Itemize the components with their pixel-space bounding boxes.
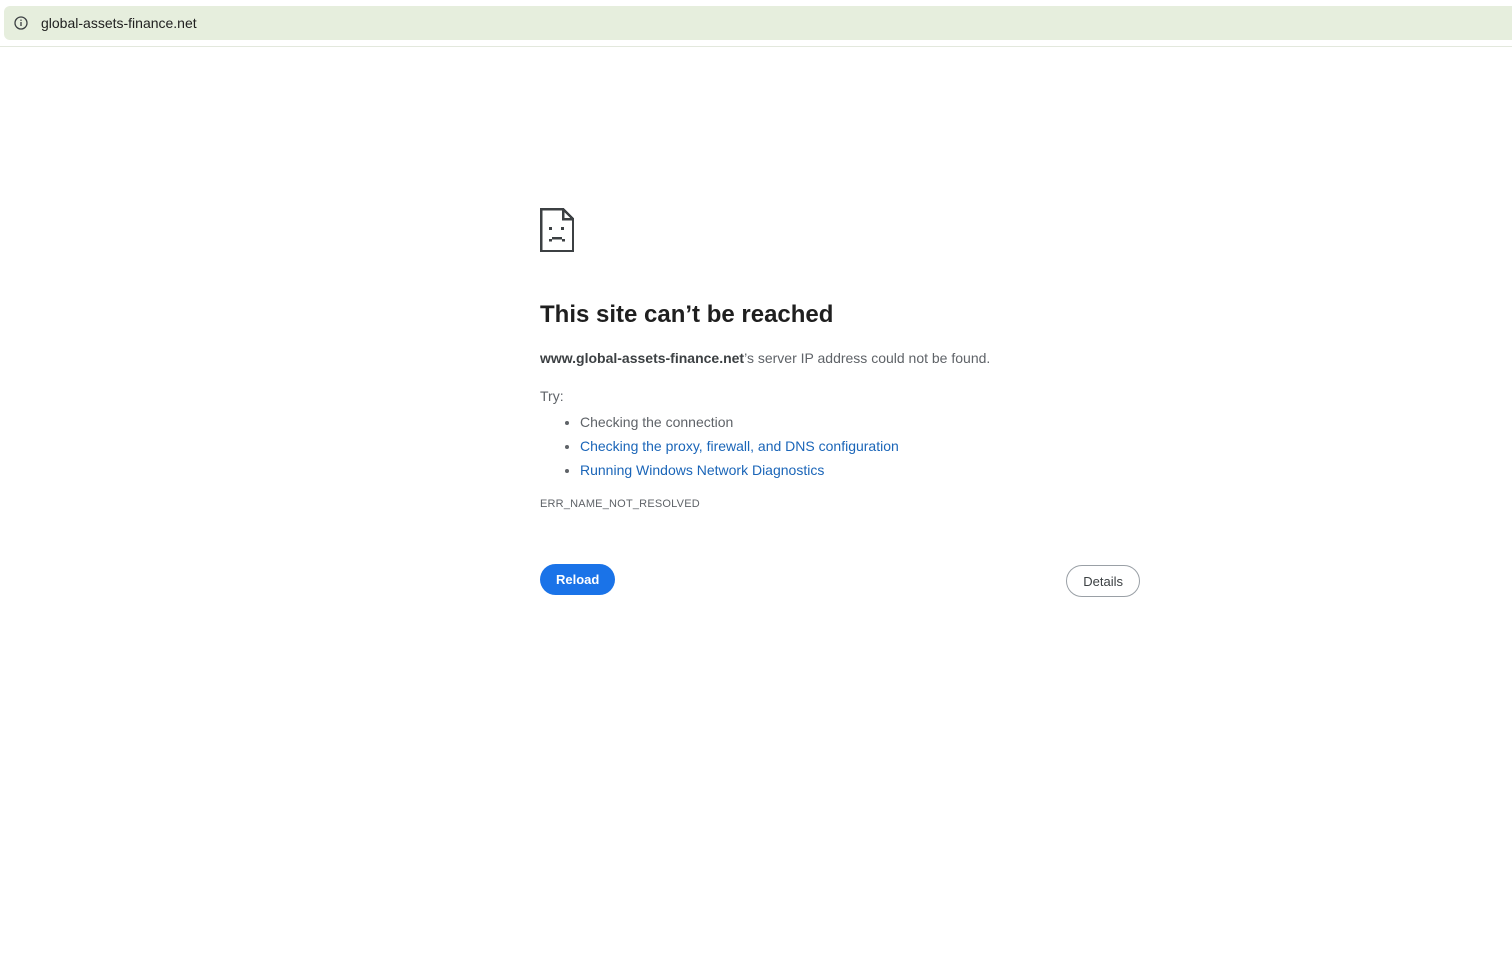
- suggestion-diagnostics-link[interactable]: Running Windows Network Diagnostics: [580, 462, 824, 478]
- suggestion-check-connection: Checking the connection: [580, 414, 734, 430]
- url-text[interactable]: global-assets-finance.net: [41, 15, 197, 31]
- address-bar[interactable]: global-assets-finance.net: [4, 6, 1512, 40]
- button-row: Reload Details: [540, 564, 1140, 598]
- error-code: ERR_NAME_NOT_RESOLVED: [540, 498, 700, 510]
- browser-toolbar: global-assets-finance.net: [0, 0, 1512, 47]
- error-message: ’s server IP address could not be found.: [744, 350, 991, 366]
- reload-button[interactable]: Reload: [540, 564, 616, 595]
- suggestion-item: Checking the connection: [580, 410, 1140, 434]
- suggestion-item: Running Windows Network Diagnostics: [580, 458, 1140, 482]
- info-circle-icon[interactable]: [13, 15, 29, 31]
- suggestions-list: Checking the connection Checking the pro…: [540, 410, 1140, 482]
- error-title: This site can’t be reached: [540, 301, 834, 328]
- sad-page-icon: [540, 208, 1140, 252]
- suggestion-item: Checking the proxy, firewall, and DNS co…: [580, 434, 1140, 458]
- error-summary: www.global-assets-finance.net’s server I…: [540, 348, 1140, 368]
- error-host: www.global-assets-finance.net: [540, 350, 745, 366]
- suggestion-proxy-link[interactable]: Checking the proxy, firewall, and DNS co…: [580, 438, 899, 454]
- details-button[interactable]: Details: [1066, 565, 1140, 597]
- try-label: Try:: [540, 388, 564, 404]
- error-page: This site can’t be reached www.global-as…: [540, 208, 1140, 598]
